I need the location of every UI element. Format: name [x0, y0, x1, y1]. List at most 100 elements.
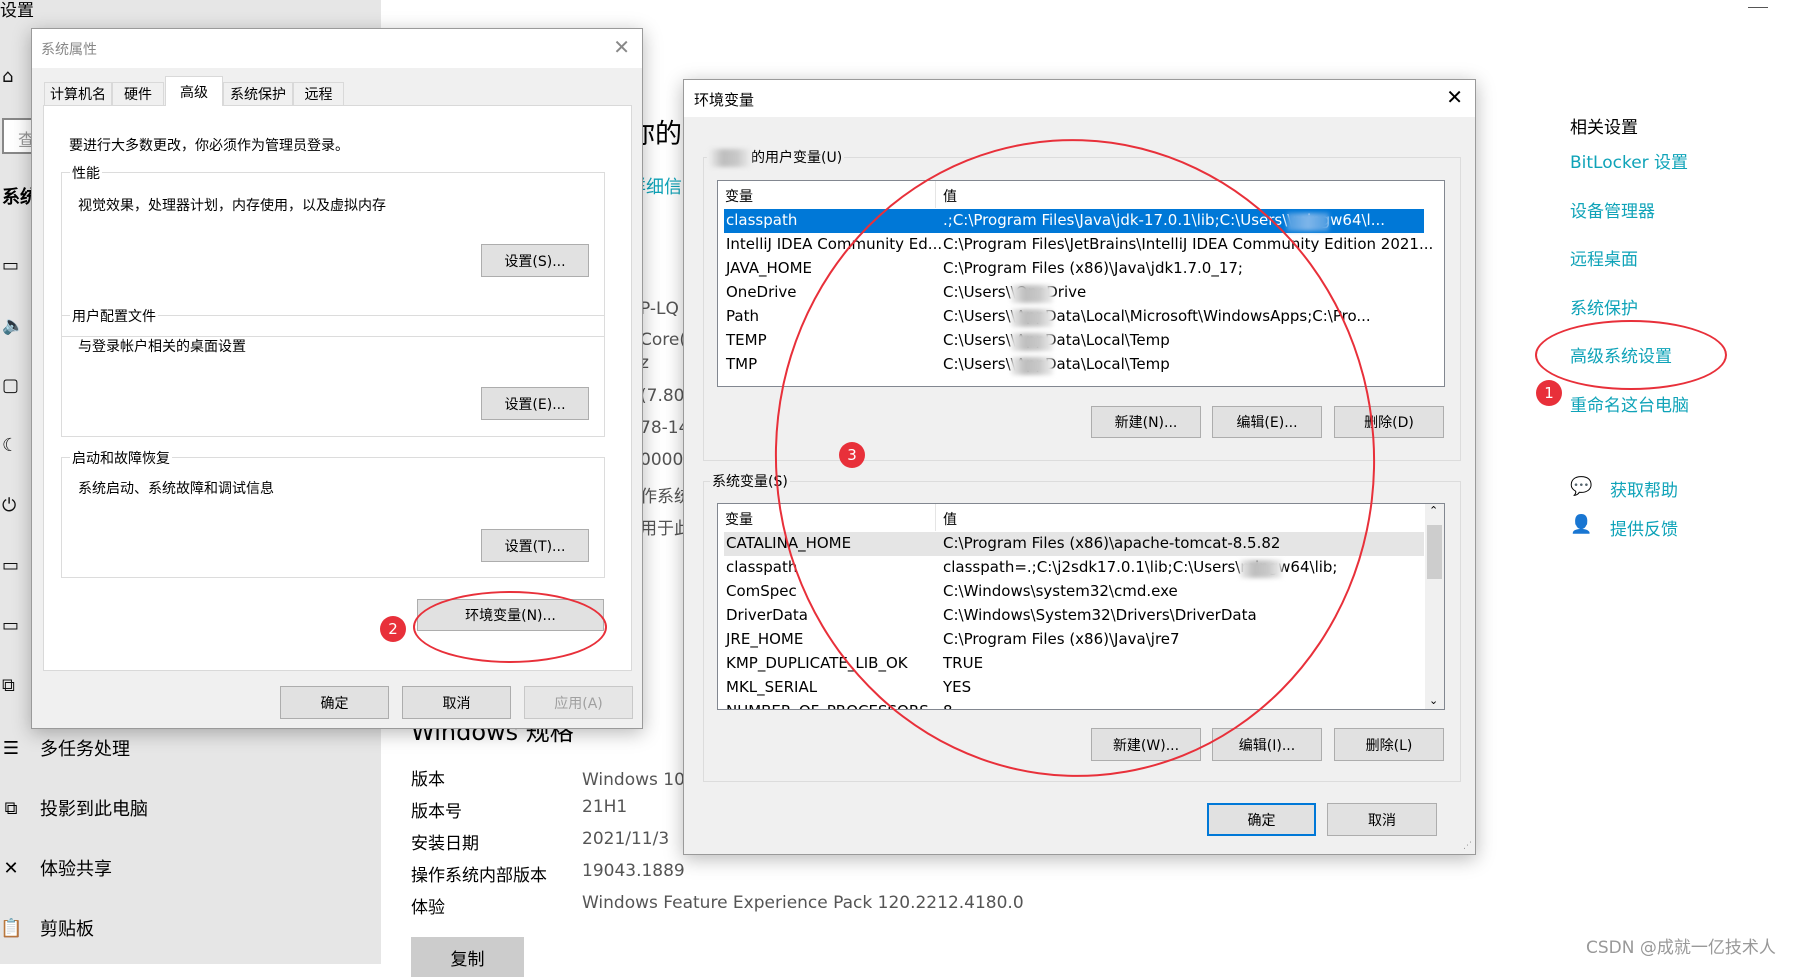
table-row[interactable]: DriverData C:\Windows\System32\Drivers\Dr…: [724, 604, 1424, 628]
battery-icon[interactable]: ▭: [2, 555, 19, 576]
table-row[interactable]: ComSpec C:\Windows\system32\cmd.exe: [724, 580, 1424, 604]
power-icon[interactable]: ⏻: [2, 495, 16, 516]
storage-icon[interactable]: ▭: [2, 615, 19, 636]
close-button[interactable]: ✕: [1446, 85, 1463, 109]
user-edit-button[interactable]: 编辑(E)...: [1212, 406, 1322, 438]
table-row[interactable]: IntelliJ IDEA Community Ed... C:\Program …: [724, 233, 1433, 257]
value-text: YES: [943, 678, 972, 696]
sound-icon[interactable]: 🔈: [2, 315, 24, 336]
apply-button[interactable]: 应用(A): [524, 686, 633, 719]
table-row[interactable]: OneDrive C:\Users\\OneDrive: [724, 281, 1424, 305]
sidebar-item-project[interactable]: ⧉ 投影到此电脑: [0, 795, 148, 821]
related-link[interactable]: BitLocker 设置: [1570, 148, 1688, 173]
table-row[interactable]: TEMP C:\Users\ \AppData\Local\Temp: [724, 329, 1424, 353]
variable-value: C:\Users\ \AppData\Local\Temp: [943, 331, 1170, 351]
table-row[interactable]: classpath .;C:\Program Files\Java\jdk-17.…: [724, 209, 1424, 233]
related-link[interactable]: 远程桌面: [1570, 245, 1638, 270]
table-row[interactable]: NUMBER_OF_PROCESSORS 8: [724, 700, 1424, 709]
cancel-button[interactable]: 取消: [402, 686, 511, 719]
title-bar: 系统属性 ✕: [32, 29, 642, 68]
sidebar-item-share[interactable]: ✕ 体验共享: [0, 855, 112, 881]
tab-system-protection[interactable]: 系统保护: [223, 82, 293, 105]
blurred-username: [1010, 285, 1053, 303]
settings-title: 设置: [0, 1, 34, 21]
column-header-variable[interactable]: 变量: [725, 509, 753, 529]
system-edit-button[interactable]: 编辑(I)...: [1212, 728, 1322, 761]
group-description: 视觉效果，处理器计划，内存使用，以及虚拟内存: [78, 198, 386, 214]
system-new-button[interactable]: 新建(W)...: [1091, 728, 1201, 761]
table-row[interactable]: MKL_SERIAL YES: [724, 676, 1424, 700]
partial-spec-value: 0000-: [640, 450, 690, 470]
feedback-icon: 👤: [1570, 514, 1593, 535]
table-row[interactable]: CATALINA_HOME C:\Program Files (x86)\apac…: [724, 532, 1424, 556]
scroll-up-arrow[interactable]: ⌃: [1429, 504, 1438, 517]
tab-advanced[interactable]: 高级: [165, 76, 223, 106]
focus-icon[interactable]: ☾: [2, 435, 18, 456]
home-icon[interactable]: ⌂: [2, 66, 13, 87]
minimize-button[interactable]: [1748, 0, 1768, 8]
table-row[interactable]: classpath classpath=.;C:\j2sdk17.0.1\lib;…: [724, 556, 1424, 580]
table-row[interactable]: Path C:\Users\ \AppData\Local\Microsoft\Wi…: [724, 305, 1424, 329]
value-text: C:\Users\: [943, 283, 1011, 301]
title-bar: 环境变量 ✕: [684, 80, 1475, 117]
system-delete-button[interactable]: 删除(L): [1334, 728, 1444, 761]
related-link[interactable]: 重命名这台电脑: [1570, 391, 1689, 416]
value-text: TRUE: [943, 654, 984, 672]
profile-settings-button[interactable]: 设置(E)...: [481, 387, 589, 420]
table-row[interactable]: JRE_HOME C:\Program Files (x86)\Java\jre7: [724, 628, 1424, 652]
close-button[interactable]: ✕: [613, 35, 630, 59]
display-icon[interactable]: ▭: [2, 255, 19, 276]
copy-button[interactable]: 复制: [411, 937, 524, 977]
group-description: 系统启动、系统故障和调试信息: [78, 481, 274, 497]
vertical-scrollbar[interactable]: ⌃ ⌄: [1425, 504, 1444, 709]
get-help-link[interactable]: 获取帮助: [1610, 476, 1678, 501]
variable-name: MKL_SERIAL: [726, 678, 818, 696]
startup-settings-button[interactable]: 设置(T)...: [481, 529, 589, 562]
resize-grip[interactable]: ⋰: [1463, 841, 1472, 851]
variable-name: KMP_DUPLICATE_LIB_OK: [726, 654, 908, 672]
variable-name: TEMP: [726, 331, 767, 349]
performance-settings-button[interactable]: 设置(S)...: [481, 244, 589, 277]
user-delete-button[interactable]: 删除(D): [1334, 406, 1444, 438]
scrollbar-thumb[interactable]: [1427, 525, 1442, 579]
watermark: CSDN @成就一亿技术人: [1586, 938, 1776, 958]
value-text: C:\Users\: [943, 355, 1011, 373]
tab-hardware[interactable]: 硬件: [112, 82, 164, 105]
scroll-down-arrow[interactable]: ⌄: [1429, 694, 1438, 707]
cancel-button[interactable]: 取消: [1327, 803, 1437, 836]
share-icon: ✕: [3, 857, 19, 879]
system-variables-list[interactable]: 变量 值 CATALINA_HOME C:\Program Files (x86)\…: [717, 503, 1445, 710]
table-row[interactable]: TMP C:\Users\ \AppData\Local\Temp: [724, 353, 1424, 377]
user-variables-list[interactable]: 变量 值 classpath .;C:\Program Files\Java\jdk…: [717, 180, 1445, 387]
related-link[interactable]: 设备管理器: [1570, 197, 1655, 222]
table-row[interactable]: KMP_DUPLICATE_LIB_OK TRUE: [724, 652, 1424, 676]
column-header-value[interactable]: 值: [943, 186, 957, 206]
value-text: 8: [943, 702, 953, 709]
variable-name: JRE_HOME: [726, 630, 804, 648]
column-header-variable[interactable]: 变量: [725, 186, 753, 206]
sidebar-item-multitask[interactable]: ☰ 多任务处理: [0, 735, 130, 761]
table-row[interactable]: JAVA_HOME C:\Program Files (x86)\Java\jdk…: [724, 257, 1424, 281]
sidebar-item-clipboard[interactable]: 📋 剪贴板: [0, 915, 94, 941]
value-text: .;C:\Program Files\Java\jdk-17.0.1\lib;C…: [943, 211, 1288, 229]
user-new-button[interactable]: 新建(N)...: [1091, 406, 1201, 438]
environment-variables-dialog: 环境变量 ✕ 的用户变量(U) 变量值 classpath .;C:\Progra…: [683, 79, 1476, 855]
tab-remote[interactable]: 远程: [293, 82, 344, 105]
help-icon: 💬: [1570, 476, 1593, 497]
tab-computer-name[interactable]: 计算机名: [44, 82, 112, 105]
variable-value: TRUE: [943, 654, 983, 672]
ok-button[interactable]: 确定: [1207, 803, 1316, 836]
related-link[interactable]: 系统保护: [1570, 294, 1638, 319]
column-header-value[interactable]: 值: [943, 509, 957, 529]
blurred-username: [1010, 333, 1053, 351]
related-link[interactable]: 高级系统设置: [1570, 342, 1672, 367]
tablet-icon[interactable]: ⧉: [2, 675, 15, 696]
variable-value: C:\Program Files (x86)\apache-tomcat-8.5…: [943, 534, 1280, 552]
spec-label: 版本: [411, 770, 445, 790]
environment-variables-button[interactable]: 环境变量(N)...: [417, 599, 604, 631]
ok-button[interactable]: 确定: [280, 686, 389, 719]
variable-value: C:\Program Files\JetBrains\IntelliJ IDEA…: [943, 235, 1433, 253]
variable-value: C:\Program Files (x86)\Java\jdk1.7.0_17;: [943, 259, 1243, 277]
notification-icon[interactable]: ▢: [2, 375, 19, 396]
feedback-link[interactable]: 提供反馈: [1610, 515, 1678, 540]
